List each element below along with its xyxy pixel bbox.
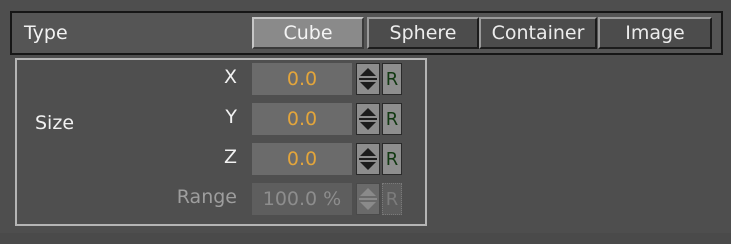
size-z-spinner[interactable] — [356, 143, 380, 175]
z-axis-label: Z — [223, 146, 237, 168]
size-label: Size — [35, 112, 75, 134]
size-y-reset-label: R — [385, 108, 399, 130]
size-z-reset-label: R — [385, 148, 399, 170]
panel-bottom-edge — [0, 233, 731, 244]
type-option-image-label: Image — [625, 22, 685, 44]
size-z-value: 0.0 — [286, 148, 318, 170]
size-x-value: 0.0 — [286, 68, 318, 90]
size-y-input[interactable]: 0.0 — [252, 103, 352, 135]
size-range-reset-label: R — [385, 188, 399, 210]
type-option-sphere[interactable]: Sphere — [367, 17, 479, 49]
up-down-arrows-icon — [359, 188, 377, 210]
type-properties-panel: Type Cube Sphere Container Image Size X … — [0, 0, 731, 244]
range-label: Range — [176, 186, 237, 208]
size-y-spinner[interactable] — [356, 103, 380, 135]
type-option-sphere-label: Sphere — [389, 22, 457, 44]
size-x-input[interactable]: 0.0 — [252, 63, 352, 95]
up-down-arrows-icon — [359, 148, 377, 170]
size-x-reset-label: R — [385, 68, 399, 90]
up-down-arrows-icon — [359, 68, 377, 90]
size-range-input: 100.0 % — [252, 183, 352, 215]
size-group: Size X 0.0 R Y 0.0 R Z 0.0 R Range 100.0… — [15, 58, 427, 226]
size-z-reset-button[interactable]: R — [382, 143, 402, 175]
size-range-spinner — [356, 183, 380, 215]
type-option-container-label: Container — [491, 22, 585, 44]
size-x-spinner[interactable] — [356, 63, 380, 95]
size-z-input[interactable]: 0.0 — [252, 143, 352, 175]
type-selector-row: Type Cube Sphere Container Image — [10, 11, 723, 55]
type-label: Type — [24, 22, 68, 44]
type-option-image[interactable]: Image — [598, 17, 712, 49]
size-range-value: 100.0 % — [262, 188, 342, 210]
size-range-reset-button: R — [382, 183, 402, 215]
type-option-container[interactable]: Container — [479, 17, 597, 49]
size-y-value: 0.0 — [286, 108, 318, 130]
size-x-reset-button[interactable]: R — [382, 63, 402, 95]
up-down-arrows-icon — [359, 108, 377, 130]
x-axis-label: X — [223, 66, 237, 88]
type-option-cube-label: Cube — [283, 22, 333, 44]
type-option-cube[interactable]: Cube — [252, 17, 364, 49]
y-axis-label: Y — [225, 106, 237, 128]
size-y-reset-button[interactable]: R — [382, 103, 402, 135]
